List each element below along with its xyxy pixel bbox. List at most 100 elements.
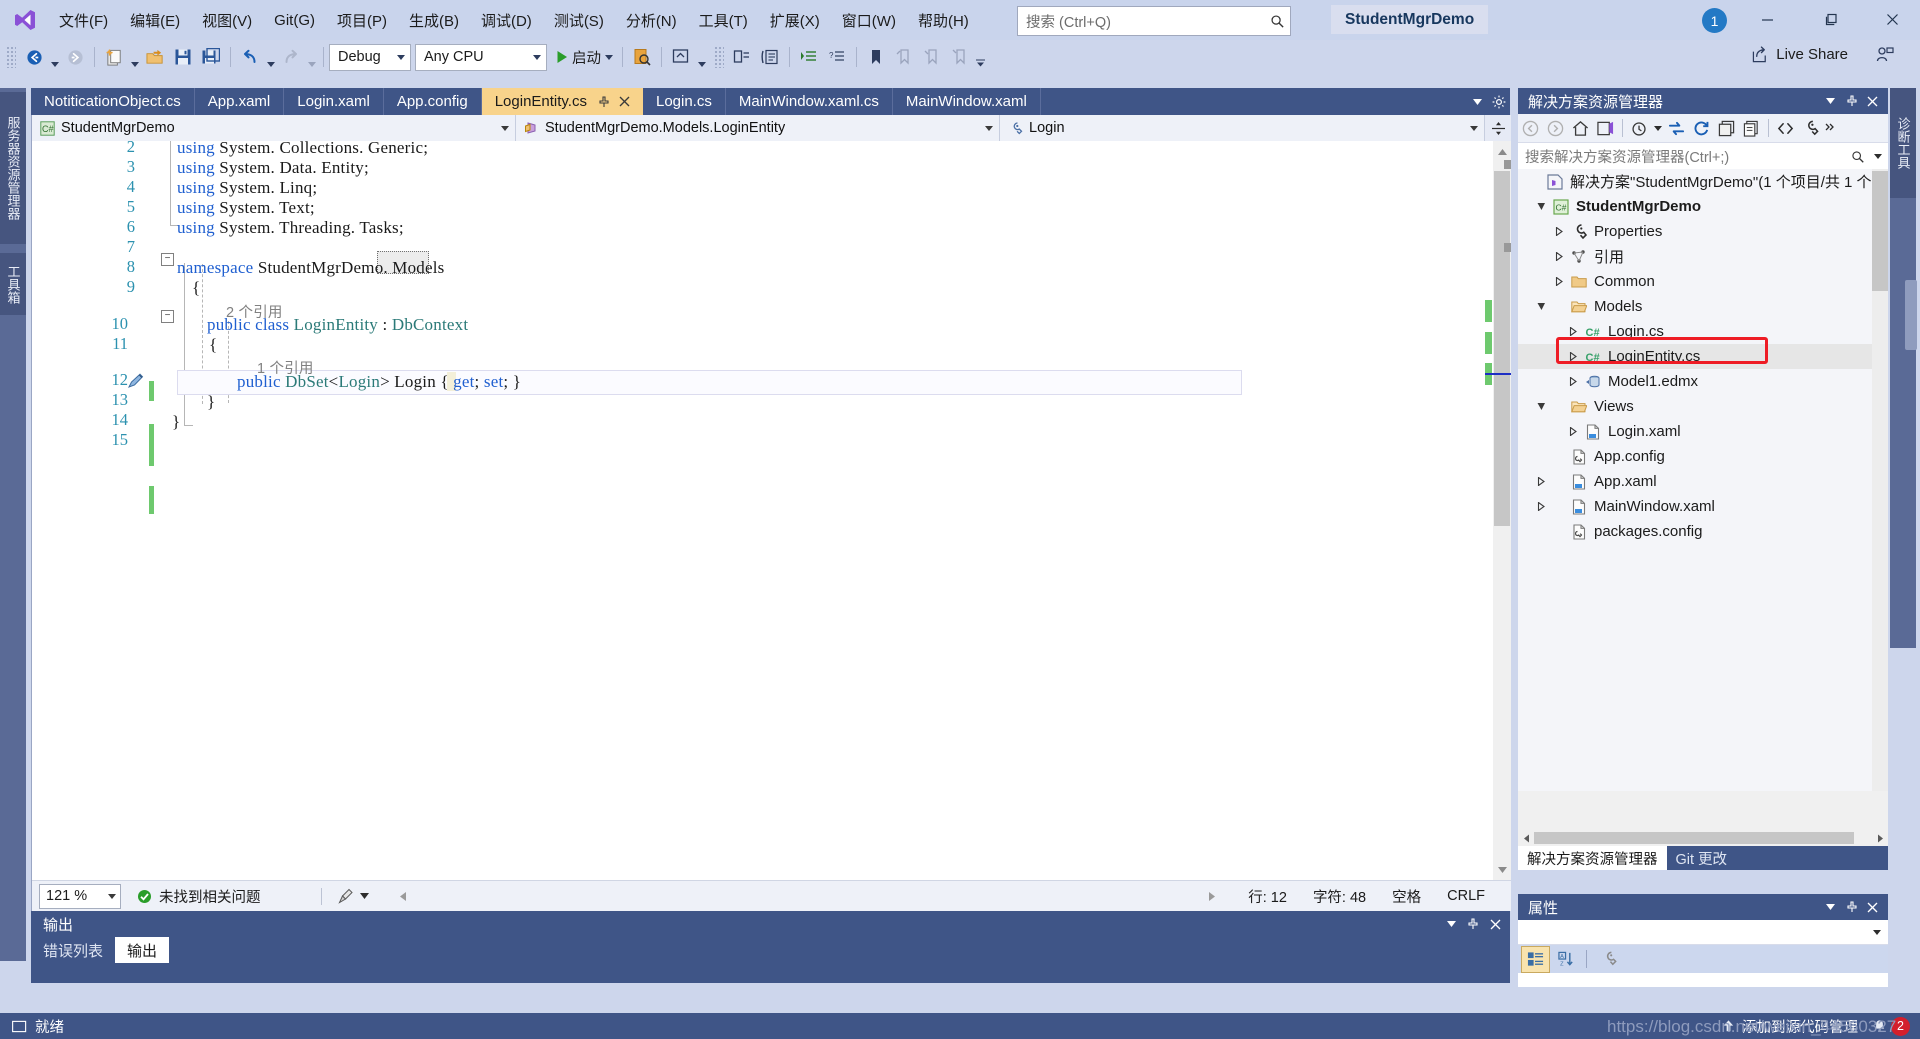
scroll-right-icon[interactable]: [1872, 830, 1888, 846]
close-tab-icon[interactable]: [619, 96, 630, 107]
live-preview-dropdown-icon[interactable]: [695, 41, 708, 74]
menu-view[interactable]: 视图(V): [191, 6, 263, 35]
tree-node-properties[interactable]: Properties: [1518, 219, 1888, 244]
collapse-namespace-icon[interactable]: −: [161, 253, 174, 266]
expander-open-icon[interactable]: [1532, 402, 1550, 411]
tree-node-references[interactable]: 引用: [1518, 244, 1888, 269]
properties-pin-icon[interactable]: [1841, 896, 1862, 918]
nav-member-combo[interactable]: Login: [1000, 115, 1486, 141]
menu-analyze[interactable]: 分析(N): [615, 6, 688, 35]
navigate-backward-dropdown-icon[interactable]: [48, 41, 61, 74]
save-icon[interactable]: [169, 44, 197, 70]
collapse-class-icon[interactable]: −: [161, 310, 174, 323]
se-pending-history-icon[interactable]: [1627, 116, 1652, 140]
bookmark-icon[interactable]: [862, 44, 890, 70]
hot-reload-icon[interactable]: [628, 44, 656, 70]
se-hscroll-thumb[interactable]: [1534, 832, 1854, 844]
live-share-button[interactable]: Live Share: [1752, 46, 1848, 63]
solution-explorer-pin-icon[interactable]: [1841, 90, 1862, 112]
editor-zoom-combo[interactable]: 121 %: [39, 883, 121, 909]
tab-git-changes[interactable]: Git 更改: [1667, 846, 1737, 870]
document-tab-loginentity[interactable]: LoginEntity.cs: [481, 88, 643, 115]
search-options-icon[interactable]: [1868, 154, 1888, 159]
menu-debug[interactable]: 调试(D): [470, 6, 543, 35]
properties-object-combo[interactable]: [1518, 920, 1888, 945]
vtab-server-explorer[interactable]: 服务器资源管理器: [0, 92, 26, 244]
undo-icon[interactable]: [236, 44, 264, 70]
tree-node-mainwindow-xaml[interactable]: MainWindow.xaml: [1518, 494, 1888, 519]
properties-grid[interactable]: [1518, 973, 1888, 987]
increase-indent-icon[interactable]: [795, 44, 823, 70]
toolbar-overflow-icon[interactable]: [974, 41, 987, 74]
start-debug-button[interactable]: 启动: [551, 44, 617, 70]
document-tab-app-xaml[interactable]: App.xaml: [195, 88, 285, 115]
se-collapse-all-icon[interactable]: [1714, 116, 1739, 140]
tree-node-models-folder[interactable]: Models: [1518, 294, 1888, 319]
expander-open-icon[interactable]: [1532, 202, 1550, 211]
menu-project[interactable]: 项目(P): [326, 6, 398, 35]
se-pending-dropdown-icon[interactable]: [1652, 116, 1664, 140]
live-share-participants-icon[interactable]: [1876, 46, 1894, 68]
code-surface[interactable]: 2 3 4 5 6 7 8 9 10 11 12 13 14 15 − − us…: [32, 141, 1511, 881]
se-toolbar-overflow-icon[interactable]: [1823, 116, 1837, 140]
property-pages-icon[interactable]: [1596, 947, 1623, 972]
menu-test[interactable]: 测试(S): [543, 6, 615, 35]
open-file-icon[interactable]: [141, 44, 169, 70]
menu-build[interactable]: 生成(B): [398, 6, 470, 35]
menu-tools[interactable]: 工具(T): [688, 6, 759, 35]
output-panel-pin-icon[interactable]: [1462, 913, 1484, 935]
tree-node-solution[interactable]: 解决方案"StudentMgrDemo"(1 个项目/共 1 个: [1518, 169, 1888, 194]
tree-node-app-xaml[interactable]: App.xaml: [1518, 469, 1888, 494]
split-editor-icon[interactable]: [1485, 115, 1511, 141]
solution-configuration-combo[interactable]: Debug: [329, 43, 411, 71]
se-sync-with-active-document-icon[interactable]: [1664, 116, 1689, 140]
nav-type-combo[interactable]: StudentMgrDemo.Models.LoginEntity: [516, 115, 1001, 141]
comment-selection-icon[interactable]: [756, 44, 784, 70]
solution-explorer-close-icon[interactable]: [1862, 90, 1883, 112]
tree-node-model1-edmx[interactable]: Model1.edmx: [1518, 369, 1888, 394]
solution-explorer-menu-icon[interactable]: [1820, 90, 1841, 112]
tree-node-login-xaml[interactable]: Login.xaml: [1518, 419, 1888, 444]
tree-node-packages-config[interactable]: packages.config: [1518, 519, 1888, 544]
se-pending-changes-icon[interactable]: [1593, 116, 1618, 140]
toggle-comment-icon[interactable]: ?: [823, 44, 851, 70]
nav-project-combo[interactable]: C# StudentMgrDemo: [32, 115, 517, 141]
scroll-down-icon[interactable]: [1493, 861, 1511, 879]
pin-tab-icon[interactable]: [598, 95, 610, 108]
toolbar-grip[interactable]: [714, 46, 724, 68]
live-preview-icon[interactable]: [667, 44, 695, 70]
save-all-icon[interactable]: [197, 44, 225, 70]
undo-dropdown-icon[interactable]: [264, 41, 277, 74]
tab-error-list[interactable]: 错误列表: [31, 937, 115, 963]
solution-explorer-horizontal-scrollbar[interactable]: [1518, 830, 1888, 846]
editor-vertical-scrollbar[interactable]: [1493, 141, 1511, 881]
menu-extensions[interactable]: 扩展(X): [759, 6, 831, 35]
tree-node-common-folder[interactable]: Common: [1518, 269, 1888, 294]
document-tab-login-cs[interactable]: Login.cs: [643, 88, 726, 115]
solution-platform-combo[interactable]: Any CPU: [415, 43, 547, 71]
close-button[interactable]: [1870, 4, 1914, 34]
solution-explorer-vertical-scrollbar[interactable]: [1872, 169, 1888, 791]
scroll-right-icon[interactable]: [1207, 891, 1216, 902]
minimize-button[interactable]: [1745, 4, 1789, 34]
expander-closed-icon[interactable]: [1550, 277, 1568, 286]
cleanup-document-button[interactable]: [337, 888, 369, 904]
tree-node-project[interactable]: C# StudentMgrDemo: [1518, 194, 1888, 219]
document-tab-mainwindow-xaml-cs[interactable]: MainWindow.xaml.cs: [726, 88, 893, 115]
vtab-diagnostic-tools[interactable]: 诊断工具: [1890, 88, 1916, 198]
tree-node-loginentity-cs[interactable]: C# LoginEntity.cs: [1518, 344, 1888, 369]
issue-status[interactable]: 未找到相关问题: [137, 886, 261, 907]
properties-close-icon[interactable]: [1862, 896, 1883, 918]
output-panel-menu-icon[interactable]: [1440, 913, 1462, 935]
global-search-box[interactable]: 搜索 (Ctrl+Q): [1017, 6, 1291, 36]
scroll-left-icon[interactable]: [1518, 830, 1534, 846]
tab-settings-icon[interactable]: [1488, 88, 1510, 115]
solution-explorer-tree[interactable]: 解决方案"StudentMgrDemo"(1 个项目/共 1 个 C# Stud…: [1518, 169, 1888, 791]
se-vscroll-thumb[interactable]: [1872, 171, 1888, 291]
scroll-left-icon[interactable]: [399, 891, 408, 902]
menu-git[interactable]: Git(G): [263, 8, 326, 33]
tab-output[interactable]: 输出: [115, 937, 170, 963]
expander-closed-icon[interactable]: [1532, 502, 1550, 511]
menu-help[interactable]: 帮助(H): [907, 6, 980, 35]
expander-closed-icon[interactable]: [1564, 377, 1582, 386]
